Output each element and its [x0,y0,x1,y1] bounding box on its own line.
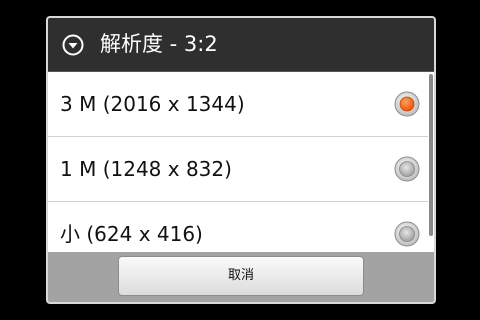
cancel-button[interactable]: 取消 [118,256,364,296]
option-label: 3 M (2016 x 1344) [60,92,245,116]
resolution-dialog: 解析度 - 3:2 3 M (2016 x 1344) 1 M (1248 x … [46,16,436,304]
radio-button-unselected[interactable] [394,156,420,182]
dialog-title: 解析度 - 3:2 [100,32,218,56]
radio-button-unselected[interactable] [394,221,420,247]
radio-button-selected[interactable] [394,91,420,117]
chevron-down-circle-icon [62,34,84,56]
resolution-options-list[interactable]: 3 M (2016 x 1344) 1 M (1248 x 832) 小 (62… [48,72,434,252]
dialog-header: 解析度 - 3:2 [48,18,434,72]
dialog-footer: 取消 [48,252,434,302]
option-3m[interactable]: 3 M (2016 x 1344) [48,72,428,137]
option-label: 小 (624 x 416) [60,222,203,246]
option-small[interactable]: 小 (624 x 416) [48,202,428,252]
scrollbar[interactable] [428,72,434,252]
scrollbar-thumb[interactable] [429,74,433,236]
option-label: 1 M (1248 x 832) [60,157,232,181]
option-1m[interactable]: 1 M (1248 x 832) [48,137,428,202]
